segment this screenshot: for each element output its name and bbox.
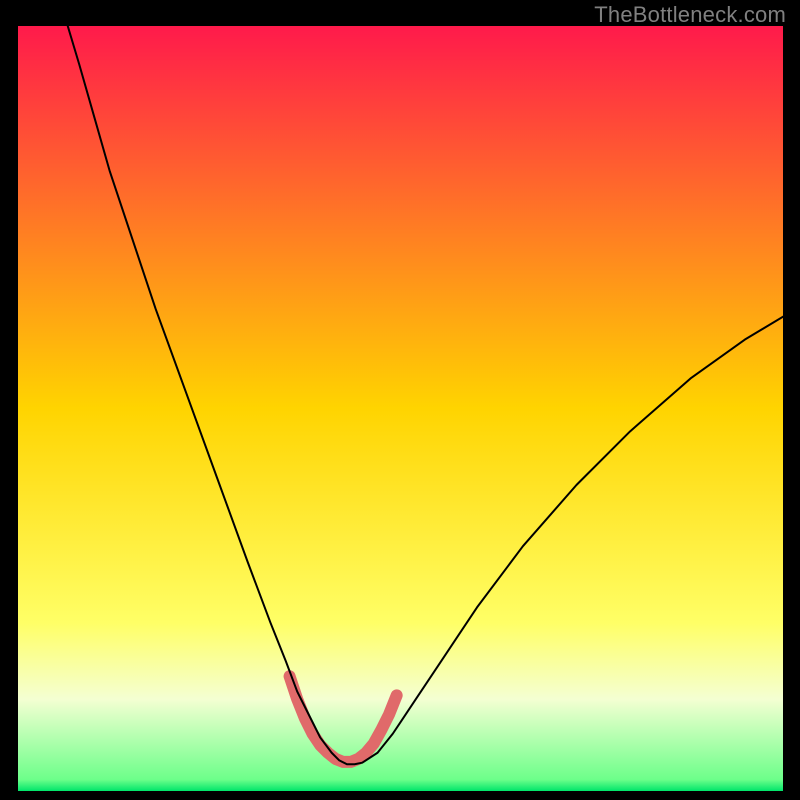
chart-frame: TheBottleneck.com: [0, 0, 800, 800]
bottleneck-chart: [18, 26, 783, 791]
chart-background: [18, 26, 783, 791]
watermark-text: TheBottleneck.com: [594, 2, 786, 28]
